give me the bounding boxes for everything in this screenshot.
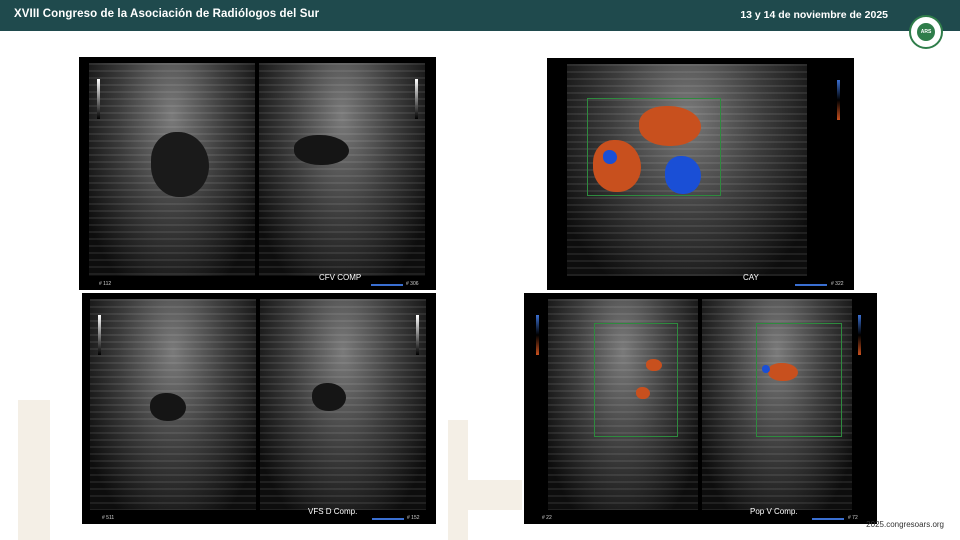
- doppler-flow-red: [636, 387, 650, 399]
- doppler-box: [756, 323, 842, 437]
- image-caption: CAY: [743, 273, 759, 282]
- doppler-flow-blue: [762, 365, 770, 373]
- image-caption: Pop V Comp.: [750, 507, 798, 516]
- progress-bar: [812, 518, 844, 520]
- image-caption: VFS D Comp.: [308, 507, 358, 516]
- gray-scale-bar: [415, 79, 418, 119]
- ars-logo-text: ARS: [917, 23, 935, 41]
- gray-scale-bar: [98, 315, 101, 355]
- frame-number: # 22: [542, 515, 552, 521]
- ultrasound-image-vfs: # 511 VFS D Comp. # 152: [82, 293, 436, 524]
- progress-bar: [371, 284, 403, 286]
- frame-number: # 152: [407, 515, 420, 521]
- color-scale-bar: [837, 80, 840, 120]
- congress-date: 13 y 14 de noviembre de 2025: [740, 9, 888, 21]
- ultrasound-image-cay: CAY # 322: [547, 58, 854, 290]
- ars-logo: ARS: [909, 15, 943, 49]
- progress-bar: [795, 284, 827, 286]
- color-scale-bar: [858, 315, 861, 355]
- image-caption: CFV COMP: [319, 273, 362, 282]
- frame-number: # 322: [831, 281, 844, 287]
- ultrasound-field-right: [259, 63, 425, 276]
- frame-number: # 511: [102, 515, 115, 521]
- frame-number: # 112: [99, 281, 112, 287]
- doppler-flow-blue: [603, 150, 617, 164]
- ultrasound-image-popv: # 22 Pop V Comp. # 72: [524, 293, 877, 524]
- congress-title: XVIII Congreso de la Asociación de Radió…: [14, 8, 320, 20]
- color-scale-bar: [536, 315, 539, 355]
- vessel-shadow: [294, 135, 349, 165]
- doppler-flow-blue: [665, 156, 701, 194]
- vessel-shadow: [151, 132, 209, 197]
- frame-number: # 306: [406, 281, 419, 287]
- vessel-shadow: [312, 383, 346, 411]
- progress-bar: [372, 518, 404, 520]
- background-decoration: [18, 400, 50, 540]
- doppler-flow-red: [593, 140, 641, 192]
- gray-scale-bar: [416, 315, 419, 355]
- footer-url: 2025.congresoars.org: [866, 520, 944, 529]
- doppler-box: [594, 323, 678, 437]
- header-bar: XVIII Congreso de la Asociación de Radió…: [0, 0, 960, 31]
- doppler-flow-red: [639, 106, 701, 146]
- gray-scale-bar: [97, 79, 100, 119]
- ultrasound-image-cfv: # 112 CFV COMP # 306: [79, 57, 436, 290]
- vessel-shadow: [150, 393, 186, 421]
- doppler-flow-red: [646, 359, 662, 371]
- background-decoration: [456, 480, 522, 510]
- frame-number: # 72: [848, 515, 858, 521]
- doppler-flow-red: [768, 363, 798, 381]
